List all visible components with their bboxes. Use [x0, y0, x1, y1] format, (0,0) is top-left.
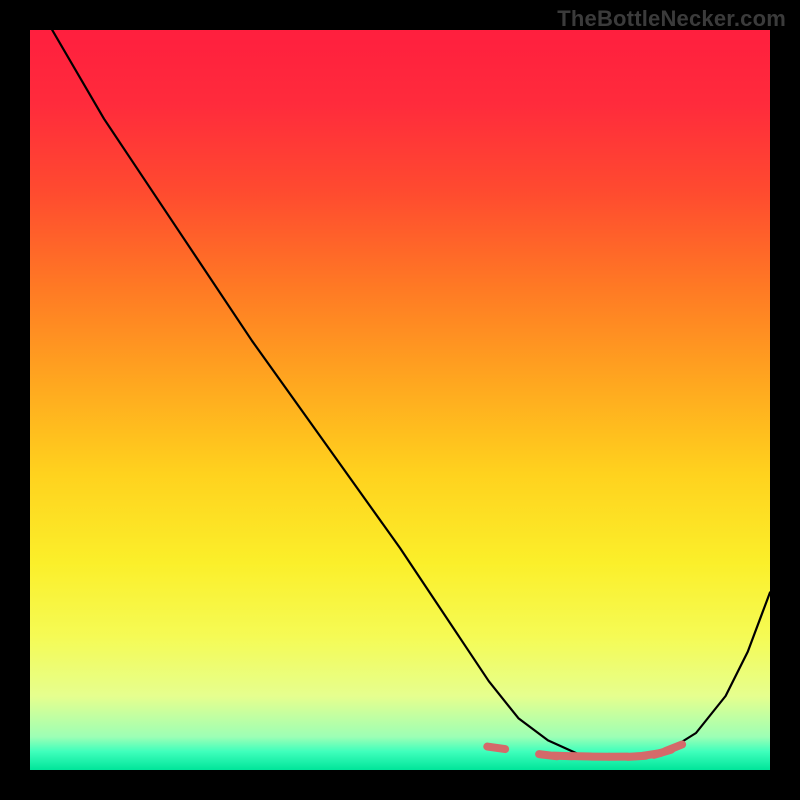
chart-frame: TheBottleNecker.com	[0, 0, 800, 800]
plot-area	[30, 30, 770, 770]
watermark-text: TheBottleNecker.com	[557, 6, 786, 32]
trough-marker	[487, 747, 505, 750]
chart-svg	[30, 30, 770, 770]
gradient-background	[30, 30, 770, 770]
